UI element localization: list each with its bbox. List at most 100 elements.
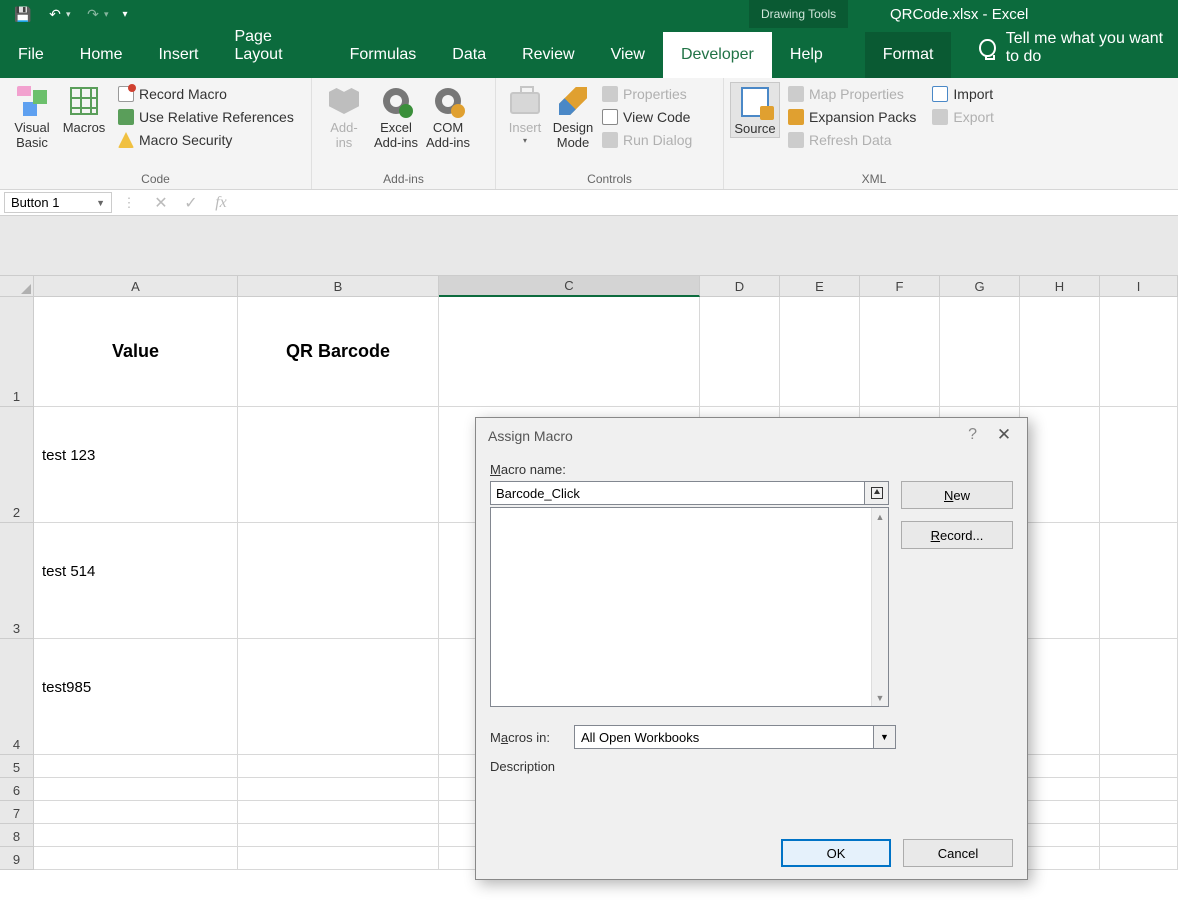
- close-icon[interactable]: ✕: [993, 424, 1015, 446]
- cell[interactable]: [1100, 407, 1178, 523]
- tab-format[interactable]: Format: [865, 32, 952, 78]
- cell[interactable]: [1100, 297, 1178, 407]
- column-header-C[interactable]: C: [439, 276, 700, 297]
- cell[interactable]: test 514: [34, 523, 238, 639]
- cell[interactable]: [238, 407, 439, 523]
- com-addins-button[interactable]: COM Add-ins: [422, 82, 474, 151]
- cell[interactable]: Value: [34, 297, 238, 407]
- row-header[interactable]: 6: [0, 778, 34, 801]
- tab-home[interactable]: Home: [62, 32, 141, 78]
- view-code-button[interactable]: View Code: [598, 107, 696, 127]
- tab-formulas[interactable]: Formulas: [332, 32, 435, 78]
- cell[interactable]: [1020, 801, 1100, 824]
- expansion-packs-button[interactable]: Expansion Packs: [784, 107, 920, 127]
- column-header-D[interactable]: D: [700, 276, 780, 297]
- cell[interactable]: [1100, 824, 1178, 847]
- cell[interactable]: [1100, 755, 1178, 778]
- macros-button[interactable]: Macros: [58, 82, 110, 136]
- source-button[interactable]: Source: [730, 82, 780, 138]
- cell[interactable]: [1100, 639, 1178, 755]
- cell[interactable]: [1020, 407, 1100, 523]
- row-header[interactable]: 7: [0, 801, 34, 824]
- tab-review[interactable]: Review: [504, 32, 592, 78]
- tab-data[interactable]: Data: [434, 32, 504, 78]
- cell[interactable]: [34, 778, 238, 801]
- macros-in-combo[interactable]: All Open Workbooks ▼: [574, 725, 896, 749]
- cell[interactable]: [780, 297, 860, 407]
- ok-button[interactable]: OK: [781, 839, 891, 867]
- cell[interactable]: [1100, 778, 1178, 801]
- enter-formula-icon[interactable]: ✓: [176, 190, 206, 215]
- cell[interactable]: [238, 639, 439, 755]
- cell[interactable]: [860, 297, 940, 407]
- row-header[interactable]: 5: [0, 755, 34, 778]
- column-header-E[interactable]: E: [780, 276, 860, 297]
- fx-icon[interactable]: fx: [206, 190, 236, 215]
- cell[interactable]: [700, 297, 780, 407]
- visual-basic-button[interactable]: Visual Basic: [6, 82, 58, 151]
- formula-input[interactable]: [236, 190, 1178, 215]
- help-icon[interactable]: ?: [968, 426, 977, 444]
- tab-file[interactable]: File: [0, 32, 62, 78]
- cancel-formula-icon[interactable]: ✕: [146, 190, 176, 215]
- cell[interactable]: [1020, 639, 1100, 755]
- cell[interactable]: [34, 801, 238, 824]
- cell[interactable]: [1020, 523, 1100, 639]
- cell[interactable]: [1020, 824, 1100, 847]
- excel-addins-button[interactable]: Excel Add-ins: [370, 82, 422, 151]
- name-box[interactable]: Button 1 ▼: [4, 192, 112, 213]
- cell[interactable]: [238, 847, 439, 870]
- chevron-down-icon[interactable]: ▼: [96, 198, 105, 208]
- cell[interactable]: [1100, 801, 1178, 824]
- cell[interactable]: [1020, 755, 1100, 778]
- cell[interactable]: [34, 824, 238, 847]
- design-mode-button[interactable]: Design Mode: [548, 82, 598, 151]
- macro-name-input[interactable]: [490, 481, 865, 505]
- tab-help[interactable]: Help: [772, 32, 841, 78]
- macro-list[interactable]: ▲ ▼: [490, 507, 889, 707]
- redo-dropdown-icon[interactable]: ▾: [104, 9, 114, 20]
- column-header-F[interactable]: F: [860, 276, 940, 297]
- record-button[interactable]: Record...: [901, 521, 1013, 549]
- tab-view[interactable]: View: [593, 32, 663, 78]
- row-header[interactable]: 1: [0, 297, 34, 407]
- scrollbar[interactable]: ▲ ▼: [871, 508, 888, 706]
- record-macro-button[interactable]: Record Macro: [114, 84, 298, 104]
- cell[interactable]: [940, 297, 1020, 407]
- row-header[interactable]: 4: [0, 639, 34, 755]
- cell[interactable]: [238, 523, 439, 639]
- tell-me-search[interactable]: Tell me what you want to do: [979, 30, 1178, 78]
- scroll-down-icon[interactable]: ▼: [872, 689, 888, 706]
- new-button[interactable]: New: [901, 481, 1013, 509]
- column-header-A[interactable]: A: [34, 276, 238, 297]
- cell[interactable]: test 123: [34, 407, 238, 523]
- cancel-button[interactable]: Cancel: [903, 839, 1013, 867]
- cell[interactable]: QR Barcode: [238, 297, 439, 407]
- import-button[interactable]: Import: [928, 84, 997, 104]
- select-all-corner[interactable]: [0, 276, 34, 297]
- column-header-H[interactable]: H: [1020, 276, 1100, 297]
- cell[interactable]: [1020, 847, 1100, 870]
- row-header[interactable]: 2: [0, 407, 34, 523]
- cell[interactable]: test985: [34, 639, 238, 755]
- column-header-I[interactable]: I: [1100, 276, 1178, 297]
- cell[interactable]: [34, 847, 238, 870]
- column-header-G[interactable]: G: [940, 276, 1020, 297]
- collapse-dialog-icon[interactable]: [865, 481, 889, 505]
- use-relative-references-button[interactable]: Use Relative References: [114, 107, 298, 127]
- row-header[interactable]: 9: [0, 847, 34, 870]
- cell[interactable]: [238, 824, 439, 847]
- cell[interactable]: [1020, 297, 1100, 407]
- cell[interactable]: [34, 755, 238, 778]
- qat-customize-icon[interactable]: ▾: [116, 1, 134, 27]
- cell[interactable]: [238, 778, 439, 801]
- row-header[interactable]: 8: [0, 824, 34, 847]
- cell[interactable]: [1020, 778, 1100, 801]
- cell[interactable]: [238, 755, 439, 778]
- scroll-up-icon[interactable]: ▲: [872, 508, 888, 525]
- macro-security-button[interactable]: Macro Security: [114, 130, 298, 150]
- save-icon[interactable]: 💾: [8, 1, 38, 27]
- undo-dropdown-icon[interactable]: ▾: [66, 9, 76, 20]
- cell[interactable]: [238, 801, 439, 824]
- dialog-titlebar[interactable]: Assign Macro ? ✕: [476, 418, 1027, 454]
